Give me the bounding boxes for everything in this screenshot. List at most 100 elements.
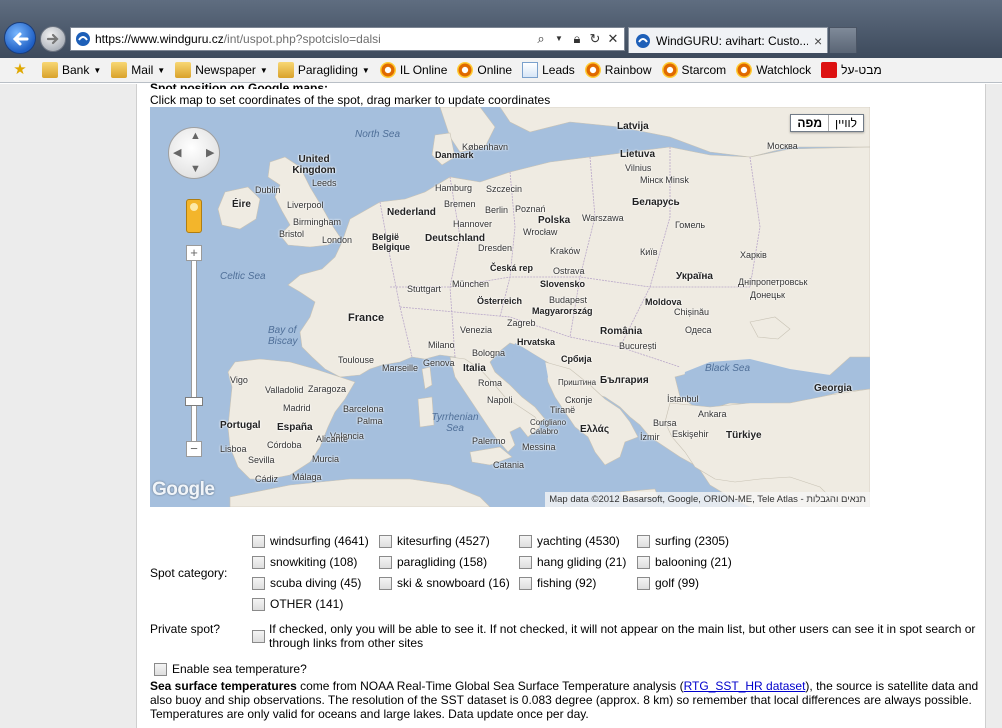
map-label-france: France <box>348 312 385 324</box>
chevron-down-icon: ▼ <box>259 65 268 75</box>
category-yachting[interactable]: yachting (4530) <box>519 534 620 548</box>
checkbox[interactable] <box>252 597 265 611</box>
google-map[interactable]: North Sea Celtic Sea Bay of Biscay Tyrrh… <box>150 107 870 507</box>
map-label-city: Warszawa <box>582 213 624 223</box>
checkbox[interactable] <box>252 555 265 569</box>
tab-windguru[interactable]: WindGURU: avihart: Custo... × <box>628 27 828 53</box>
stop-icon[interactable]: ✕ <box>606 31 620 47</box>
category-fishing[interactable]: fishing (92) <box>519 576 596 590</box>
zoom-slider-track[interactable] <box>191 257 197 447</box>
checkbox[interactable] <box>379 534 392 548</box>
map-label-hrvatska: Hrvatska <box>517 337 556 347</box>
map-attribution[interactable]: Map data ©2012 Basarsoft, Google, ORION-… <box>545 492 870 507</box>
map-label-city: Dresden <box>478 243 513 253</box>
street-view-pegman-icon[interactable] <box>186 199 202 233</box>
checkbox[interactable] <box>637 576 650 590</box>
checkbox[interactable] <box>637 534 650 548</box>
category-golf[interactable]: golf (99) <box>637 576 699 590</box>
checkbox[interactable] <box>519 534 532 548</box>
zoom-slider-handle[interactable] <box>185 397 203 406</box>
map-label-city: Napoli <box>487 395 513 405</box>
map-label-city: Córdoba <box>267 440 302 450</box>
map-label-srbija: Србија <box>561 354 592 364</box>
map-label-magyar: Magyarország <box>532 306 593 316</box>
map-label-city: Sevilla <box>248 455 275 465</box>
favorite-watchlock[interactable]: Watchlock <box>736 62 811 78</box>
zoom-in-button[interactable]: + <box>186 245 202 261</box>
favorite-leads[interactable]: Leads <box>522 62 575 78</box>
pan-up-icon[interactable]: ▲ <box>190 130 201 142</box>
checkbox[interactable] <box>379 555 392 569</box>
favorite-starcom[interactable]: Starcom <box>661 62 726 78</box>
new-tab-button[interactable] <box>829 27 857 53</box>
map-label-celtic-sea: Celtic Sea <box>220 271 266 282</box>
forward-button[interactable] <box>40 26 66 52</box>
map-label-city: Venezia <box>460 325 493 335</box>
category-kitesurfing[interactable]: kitesurfing (4527) <box>379 534 490 548</box>
address-bar[interactable]: https://www.windguru.cz/int/uspot.php?sp… <box>70 27 625 51</box>
refresh-icon[interactable]: ↻ <box>588 31 602 47</box>
favorite-online[interactable]: Online <box>457 62 512 78</box>
arrow-right-icon <box>46 33 59 45</box>
checkbox[interactable] <box>154 662 167 676</box>
dropdown-icon[interactable]: ▼ <box>552 31 566 47</box>
map-type-satellite-button[interactable]: לוויין <box>829 115 863 131</box>
category-other[interactable]: OTHER (141) <box>252 597 343 611</box>
category-hang-gliding[interactable]: hang gliding (21) <box>519 555 626 569</box>
map-label-city: Донецьк <box>750 290 785 300</box>
pan-right-icon[interactable]: ▶ <box>206 146 214 159</box>
private-spot-checkbox[interactable] <box>252 630 265 643</box>
rtg-sst-link[interactable]: RTG_SST_HR dataset <box>684 679 806 693</box>
map-type-map-button[interactable]: מפה <box>791 115 830 131</box>
favorites-star-icon[interactable]: ★ <box>12 62 32 78</box>
checkbox[interactable] <box>519 555 532 569</box>
category-balooning[interactable]: balooning (21) <box>637 555 732 569</box>
category-paragliding[interactable]: paragliding (158) <box>379 555 487 569</box>
favorite-mail[interactable]: Mail ▼ <box>111 62 165 78</box>
map-pan-control[interactable]: ▲ ▼ ◀ ▶ <box>168 127 220 179</box>
zoom-out-button[interactable]: − <box>186 441 202 457</box>
map-label-city: Budapest <box>549 295 588 305</box>
category-snowkiting[interactable]: snowkiting (108) <box>252 555 357 569</box>
map-label-ceska: Česká rep <box>490 263 534 273</box>
checkbox[interactable] <box>379 576 392 590</box>
category-surfing[interactable]: surfing (2305) <box>637 534 729 548</box>
google-logo[interactable]: Google <box>152 479 215 501</box>
folder-icon <box>277 62 294 78</box>
favorite-paragliding[interactable]: Paragliding ▼ <box>277 62 370 78</box>
flag-icon <box>821 62 838 78</box>
pan-left-icon[interactable]: ◀ <box>173 146 181 159</box>
map-label-city: Київ <box>640 247 658 257</box>
back-button[interactable] <box>4 22 36 54</box>
category-ski-snowboard[interactable]: ski & snowboard (16) <box>379 576 510 590</box>
enable-sea-temperature[interactable]: Enable sea temperature? <box>154 662 307 676</box>
favorite-rainbow[interactable]: Rainbow <box>584 62 652 78</box>
search-icon[interactable]: ⌕ <box>534 31 548 47</box>
map-label-city: Vilnius <box>625 163 652 173</box>
checkbox[interactable] <box>252 576 265 590</box>
lock-icon[interactable]: 🔒︎ <box>570 31 584 47</box>
checkbox[interactable] <box>519 576 532 590</box>
favorite-bank[interactable]: Bank ▼ <box>42 62 101 78</box>
map-label-north-sea: North Sea <box>355 129 401 140</box>
pan-down-icon[interactable]: ▼ <box>190 163 201 175</box>
map-label-espana: España <box>277 422 313 433</box>
map-label-city: Bursa <box>653 418 677 428</box>
map-label-city: Wrocław <box>523 227 558 237</box>
map-label-city: Liverpool <box>287 200 324 210</box>
map-label-slovensko: Slovensko <box>540 279 586 289</box>
close-tab-icon[interactable]: × <box>814 33 822 49</box>
map-label-city: Zaragoza <box>308 384 347 394</box>
map-label-city: Bremen <box>444 199 476 209</box>
map-label-city: Murcia <box>312 454 340 464</box>
map-label-city: İzmir <box>640 432 660 442</box>
checkbox[interactable] <box>252 534 265 548</box>
favorite-newspaper[interactable]: Newspaper ▼ <box>175 62 268 78</box>
favorite-mabat-al[interactable]: מבט-על <box>821 62 882 78</box>
address-url[interactable]: https://www.windguru.cz/int/uspot.php?sp… <box>95 32 381 46</box>
favorite-il-online[interactable]: IL Online <box>379 62 447 78</box>
map-label-city: Дніпропетровськ <box>738 277 808 287</box>
checkbox[interactable] <box>637 555 650 569</box>
category-windsurfing[interactable]: windsurfing (4641) <box>252 534 369 548</box>
category-scuba-diving[interactable]: scuba diving (45) <box>252 576 361 590</box>
